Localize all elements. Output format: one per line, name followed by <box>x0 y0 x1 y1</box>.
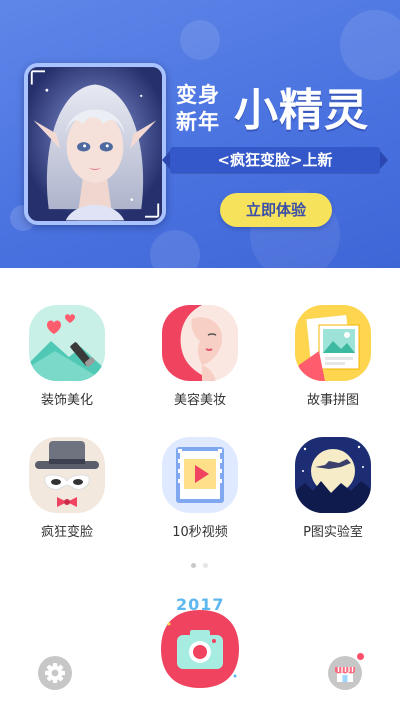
settings-button[interactable] <box>38 656 72 690</box>
bokeh-decoration <box>340 10 400 80</box>
try-now-button[interactable]: 立即体验 <box>220 193 332 227</box>
camera-icon <box>161 610 239 688</box>
banner-title-small-line2: 新年 <box>176 110 220 134</box>
crazy-face-icon <box>29 437 105 513</box>
story-collage-icon <box>295 305 371 381</box>
decorate-icon <box>29 305 105 381</box>
feature-label: P图实验室 <box>303 525 363 540</box>
feature-lab[interactable]: P图实验室 <box>278 432 388 544</box>
camera-button[interactable] <box>155 604 245 694</box>
page-indicator <box>188 563 212 569</box>
feature-label: 疯狂变脸 <box>40 525 93 540</box>
beauty-makeup-icon <box>162 305 238 381</box>
store-button[interactable] <box>328 656 362 690</box>
page-dot-active <box>191 563 196 568</box>
bokeh-decoration <box>180 20 220 60</box>
banner-subtitle: <疯狂变脸>上新 <box>217 151 333 169</box>
feature-beauty-makeup[interactable]: 美容美妆 <box>145 300 255 412</box>
banner-subtitle-ribbon: <疯狂变脸>上新 <box>162 147 388 173</box>
banner-title-small-line1: 变身 <box>176 83 220 107</box>
feature-label: 装饰美化 <box>40 393 93 408</box>
feature-video[interactable]: 10秒视频 <box>145 432 255 544</box>
promo-banner[interactable]: 变身 新年 小精灵 <疯狂变脸>上新 立即体验 <box>0 0 400 268</box>
feature-label: 10秒视频 <box>172 525 228 540</box>
lab-icon <box>295 437 371 513</box>
banner-title-small: 变身 新年 <box>176 82 232 136</box>
page-dot <box>203 563 208 568</box>
feature-story-collage[interactable]: 故事拼图 <box>278 300 388 412</box>
bokeh-decoration <box>150 230 200 268</box>
feature-label: 故事拼图 <box>306 393 359 408</box>
notification-dot <box>357 653 364 660</box>
store-icon <box>335 667 355 682</box>
video-icon <box>162 437 238 513</box>
elf-portrait-image <box>24 63 166 225</box>
gear-icon <box>45 663 65 683</box>
feature-label: 美容美妆 <box>173 393 226 408</box>
banner-title: 变身 新年 小精灵 <box>176 82 386 142</box>
banner-title-big: 小精灵 <box>234 85 369 136</box>
feature-decorate[interactable]: 装饰美化 <box>12 300 122 412</box>
feature-crazy-face[interactable]: 疯狂变脸 <box>12 432 122 544</box>
